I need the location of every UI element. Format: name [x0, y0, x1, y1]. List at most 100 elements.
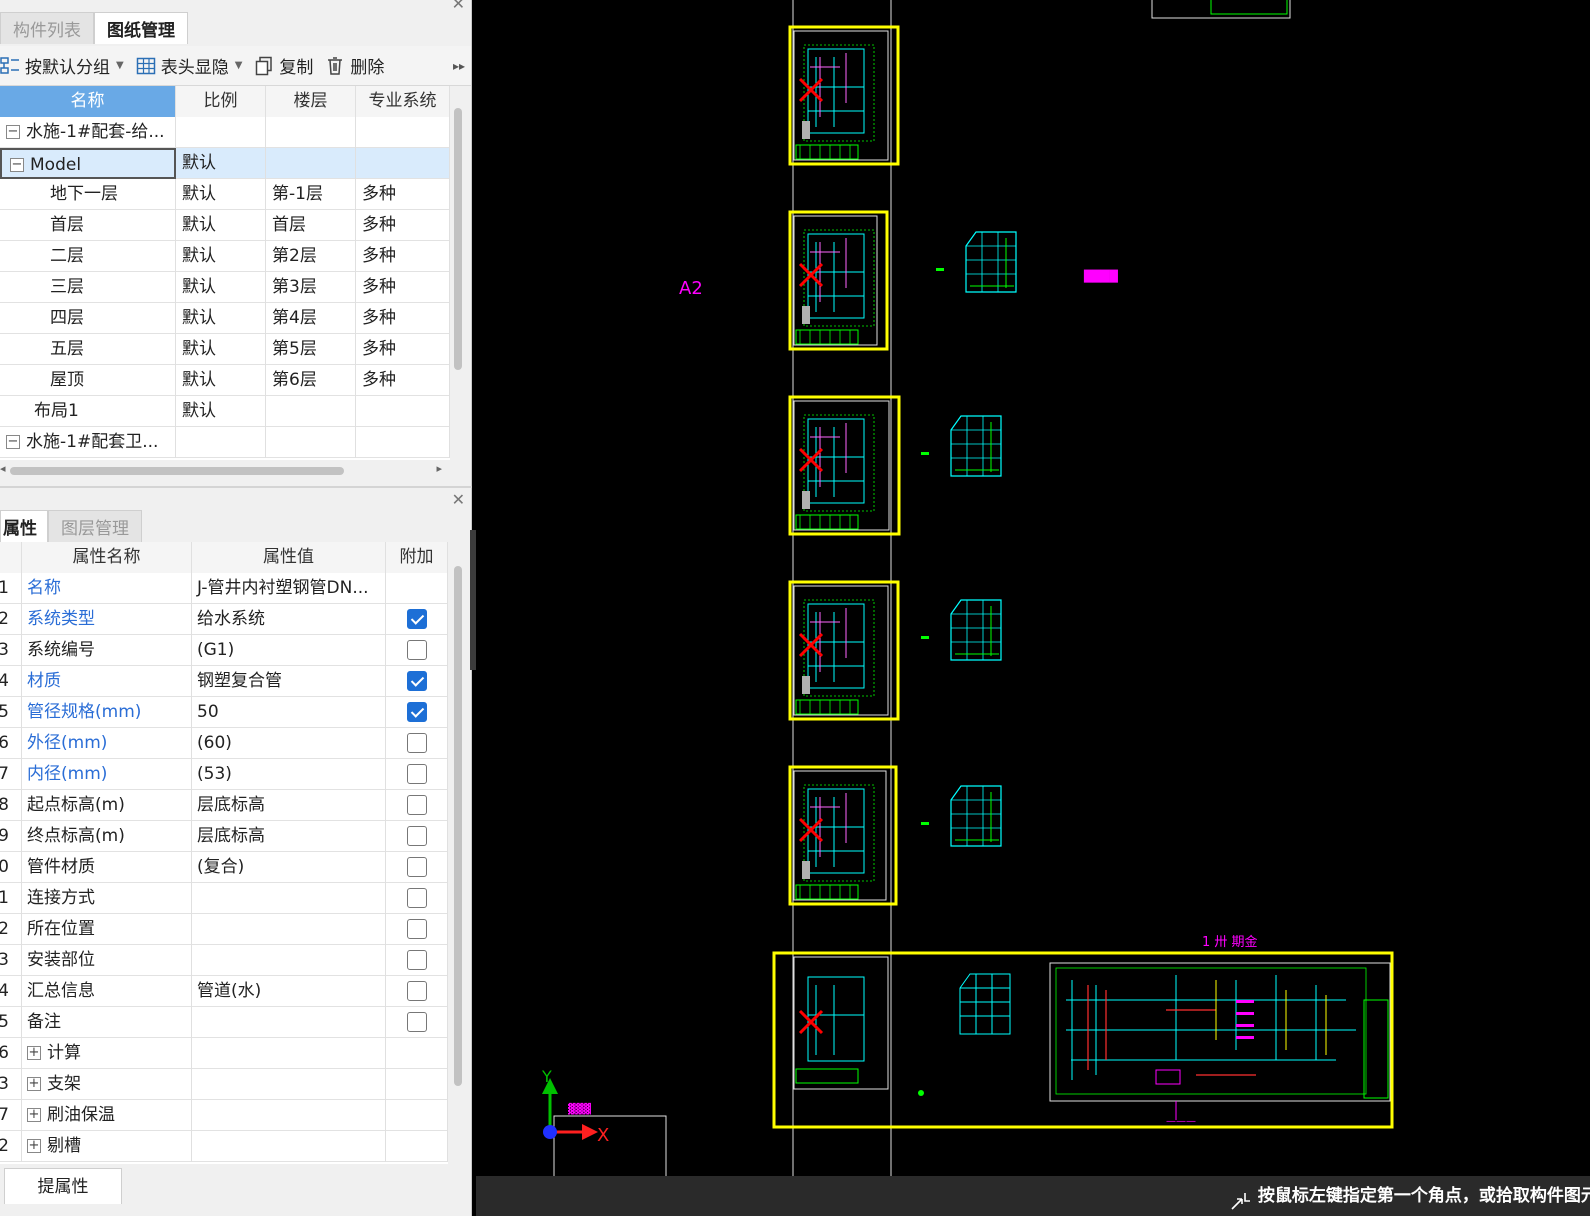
- property-value[interactable]: 给水系统: [192, 604, 386, 635]
- extra-checkbox[interactable]: [406, 671, 427, 691]
- property-value[interactable]: [192, 883, 386, 914]
- tree-row[interactable]: 五层 默认 第5层 多种: [0, 334, 450, 365]
- extra-checkbox[interactable]: [406, 702, 427, 722]
- property-value[interactable]: [192, 945, 386, 976]
- scroll-left-icon[interactable]: ◂: [0, 462, 6, 475]
- floor-plan-sheet[interactable]: [788, 210, 889, 351]
- property-value[interactable]: 层底标高: [192, 821, 386, 852]
- delete-button[interactable]: 删除: [325, 53, 384, 78]
- tree-vertical-scrollbar[interactable]: [452, 100, 464, 460]
- tree-row[interactable]: 二层 默认 第2层 多种: [0, 241, 450, 272]
- property-value[interactable]: [192, 1069, 386, 1100]
- property-row[interactable]: 9终点标高(m) 层底标高: [0, 821, 448, 852]
- extra-checkbox[interactable]: [406, 888, 427, 908]
- property-value[interactable]: (60): [192, 728, 386, 759]
- scrollbar-thumb[interactable]: [454, 108, 462, 370]
- property-value[interactable]: (复合): [192, 852, 386, 883]
- property-row[interactable]: 15备注: [0, 1007, 448, 1038]
- column-header-scale[interactable]: 比例: [176, 86, 266, 117]
- property-row[interactable]: 6外径(mm) (60): [0, 728, 448, 759]
- property-row[interactable]: 13安装部位: [0, 945, 448, 976]
- extra-checkbox[interactable]: [406, 950, 427, 970]
- copy-button[interactable]: 复制: [254, 53, 313, 78]
- column-header-system[interactable]: 专业系统: [356, 86, 450, 117]
- property-row[interactable]: 10管件材质 (复合): [0, 852, 448, 883]
- property-row[interactable]: 14汇总信息 管道(水): [0, 976, 448, 1007]
- property-value[interactable]: [192, 1038, 386, 1069]
- collapse-toggle-icon[interactable]: −: [6, 435, 20, 449]
- extra-checkbox[interactable]: [406, 919, 427, 939]
- property-row[interactable]: 8起点标高(m) 层底标高: [0, 790, 448, 821]
- group-by-default-button[interactable]: 按默认分组 ▼: [0, 53, 124, 78]
- property-row[interactable]: 16 + 计算: [0, 1038, 448, 1069]
- tree-row[interactable]: − 水施-1#配套-给...: [0, 117, 450, 148]
- expand-toggle-icon[interactable]: +: [27, 1077, 41, 1091]
- property-value[interactable]: 层底标高: [192, 790, 386, 821]
- tree-row[interactable]: − 水施-1#配套卫...: [0, 427, 450, 458]
- extract-properties-button[interactable]: 提属性: [4, 1168, 122, 1204]
- tree-row[interactable]: 三层 默认 第3层 多种: [0, 272, 450, 303]
- scroll-right-icon[interactable]: ▸: [436, 462, 442, 475]
- property-row[interactable]: 32 + 剔槽: [0, 1131, 448, 1162]
- tree-row[interactable]: 屋顶 默认 第6层 多种: [0, 365, 450, 396]
- header-toggle-button[interactable]: 表头显隐 ▼: [136, 53, 242, 78]
- collapse-toggle-icon[interactable]: −: [6, 125, 20, 139]
- tab-layer-management[interactable]: 图层管理: [48, 510, 142, 542]
- tree-row[interactable]: 地下一层 默认 第-1层 多种: [0, 179, 450, 210]
- property-row[interactable]: 5管径规格(mm) 50: [0, 697, 448, 728]
- property-value[interactable]: 50: [192, 697, 386, 728]
- property-value[interactable]: [192, 914, 386, 945]
- property-row[interactable]: 27 + 刷油保温: [0, 1100, 448, 1131]
- property-value[interactable]: 管道(水): [192, 976, 386, 1007]
- property-value[interactable]: (53): [192, 759, 386, 790]
- extra-checkbox[interactable]: [406, 640, 427, 660]
- floor-plan-sheet[interactable]: [788, 395, 901, 536]
- tree-row[interactable]: 首层 默认 首层 多种: [0, 210, 450, 241]
- property-value[interactable]: [192, 1007, 386, 1038]
- extra-checkbox[interactable]: [406, 857, 427, 877]
- property-row[interactable]: 12所在位置: [0, 914, 448, 945]
- extra-checkbox[interactable]: [406, 609, 427, 629]
- tab-component-list[interactable]: 构件列表: [0, 12, 94, 44]
- property-vertical-scrollbar[interactable]: [452, 560, 464, 1164]
- property-row[interactable]: 11连接方式: [0, 883, 448, 914]
- close-panel-icon[interactable]: ✕: [452, 492, 465, 508]
- collapse-toggle-icon[interactable]: −: [10, 158, 24, 172]
- property-value[interactable]: J-管井内衬塑钢管DN...: [192, 573, 386, 604]
- property-value[interactable]: 钢塑复合管: [192, 666, 386, 697]
- extra-checkbox[interactable]: [406, 795, 427, 815]
- property-row[interactable]: 23 + 支架: [0, 1069, 448, 1100]
- property-row[interactable]: 7内径(mm) (53): [0, 759, 448, 790]
- property-value[interactable]: [192, 1131, 386, 1162]
- column-header-name[interactable]: 名称: [0, 86, 176, 117]
- cad-drawing[interactable]: ——— 1 卅 期金 A2 ████ Y X ▓▓▓: [476, 0, 1590, 1187]
- extra-checkbox[interactable]: [406, 826, 427, 846]
- floor-plan-sheet[interactable]: [788, 765, 898, 906]
- extra-checkbox[interactable]: [406, 1012, 427, 1032]
- extra-checkbox[interactable]: [406, 733, 427, 753]
- floor-plan-sheet[interactable]: [788, 580, 900, 721]
- expand-toggle-icon[interactable]: +: [27, 1046, 41, 1060]
- scrollbar-thumb[interactable]: [10, 467, 344, 475]
- property-row[interactable]: 1名称 J-管井内衬塑钢管DN...: [0, 573, 448, 604]
- toolbar-overflow-icon[interactable]: ▸▸: [453, 59, 465, 73]
- expand-toggle-icon[interactable]: +: [27, 1139, 41, 1153]
- property-row[interactable]: 3系统编号 (G1): [0, 635, 448, 666]
- property-value[interactable]: [192, 1100, 386, 1131]
- floor-plan-sheet[interactable]: [788, 25, 900, 166]
- tree-horizontal-scrollbar[interactable]: ◂ ▸: [0, 462, 450, 478]
- tree-row[interactable]: 四层 默认 第4层 多种: [0, 303, 450, 334]
- extra-checkbox[interactable]: [406, 764, 427, 784]
- tree-row[interactable]: − Model 默认: [0, 148, 450, 179]
- tab-drawing-management[interactable]: 图纸管理: [94, 12, 188, 44]
- property-value[interactable]: (G1): [192, 635, 386, 666]
- system-diagram-sheet[interactable]: ——— 1 卅 期金: [772, 934, 1394, 1129]
- cad-canvas[interactable]: ——— 1 卅 期金 A2 ████ Y X ▓▓▓: [476, 0, 1590, 1216]
- column-header-floor[interactable]: 楼层: [266, 86, 356, 117]
- property-row[interactable]: 4材质 钢塑复合管: [0, 666, 448, 697]
- expand-toggle-icon[interactable]: +: [27, 1108, 41, 1122]
- scrollbar-thumb[interactable]: [454, 566, 462, 1086]
- extra-checkbox[interactable]: [406, 981, 427, 1001]
- tree-row[interactable]: 布局1 默认: [0, 396, 450, 427]
- property-row[interactable]: 2系统类型 给水系统: [0, 604, 448, 635]
